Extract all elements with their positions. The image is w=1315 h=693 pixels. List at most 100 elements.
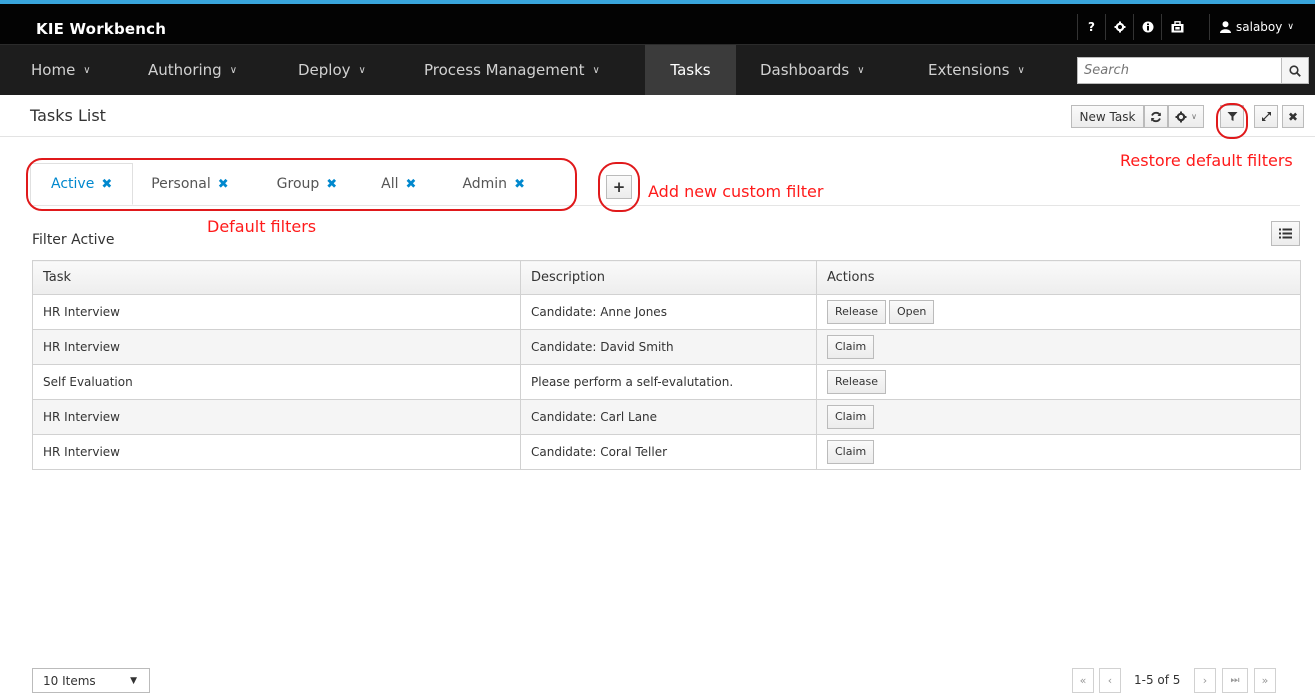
maximize-button[interactable] bbox=[1254, 105, 1278, 128]
actions-cell: Release bbox=[816, 364, 1301, 400]
search-icon bbox=[1289, 64, 1301, 77]
table-row[interactable]: HR Interview Candidate: Anne Jones Relea… bbox=[32, 294, 1301, 330]
gear-icon bbox=[1175, 111, 1187, 122]
chevron-down-icon: ∨ bbox=[857, 64, 865, 76]
annotation-add-custom-filter: Add new custom filter bbox=[648, 182, 824, 201]
fast-forward-button[interactable]: » bbox=[1254, 668, 1276, 693]
page-header: Tasks List New Task ∨ ✖ bbox=[0, 95, 1315, 137]
table-header-row: Task Description Actions bbox=[32, 260, 1301, 295]
description-cell: Candidate: David Smith bbox=[520, 329, 817, 365]
page-size-select[interactable]: 10 Items ▼ bbox=[32, 668, 150, 693]
nav-item-label: Authoring bbox=[148, 61, 222, 79]
annotation-circle-add-filter bbox=[598, 162, 640, 212]
table-row[interactable]: HR Interview Candidate: David Smith Clai… bbox=[32, 329, 1301, 365]
tasks-table: Task Description Actions HR Interview Ca… bbox=[32, 260, 1301, 470]
user-icon bbox=[1220, 21, 1231, 33]
settings-dropdown[interactable]: ∨ bbox=[1168, 105, 1204, 128]
caret-down-icon: ▼ bbox=[130, 675, 137, 686]
current-filter-label: Filter Active bbox=[32, 232, 115, 248]
actions-cell: Claim bbox=[816, 329, 1301, 365]
refresh-button[interactable] bbox=[1144, 105, 1168, 128]
release-button[interactable]: Release bbox=[827, 300, 886, 324]
task-cell: Self Evaluation bbox=[32, 364, 521, 400]
nav-item-tasks[interactable]: Tasks bbox=[645, 45, 736, 95]
annotation-default-filters: Default filters bbox=[207, 217, 317, 236]
info-icon[interactable] bbox=[1133, 14, 1161, 40]
column-header-task[interactable]: Task bbox=[32, 260, 521, 295]
gear-icon[interactable] bbox=[1105, 14, 1133, 40]
expand-icon bbox=[1261, 112, 1271, 121]
pagination-info: 1-5 of 5 bbox=[1134, 673, 1181, 687]
last-page-button[interactable]: ⏭ bbox=[1222, 668, 1248, 693]
description-cell: Candidate: Coral Teller bbox=[520, 434, 817, 470]
briefcase-icon[interactable] bbox=[1161, 14, 1193, 40]
chevron-down-icon: ∨ bbox=[592, 64, 600, 76]
nav-item-label: Process Management bbox=[424, 61, 585, 79]
table-row[interactable]: Self Evaluation Please perform a self-ev… bbox=[32, 364, 1301, 400]
next-page-button[interactable]: › bbox=[1194, 668, 1216, 693]
page-title: Tasks List bbox=[30, 106, 106, 125]
refresh-icon bbox=[1151, 111, 1161, 122]
new-task-button[interactable]: New Task bbox=[1071, 105, 1144, 128]
nav-item-label: Extensions bbox=[928, 61, 1010, 79]
nav-item-deploy[interactable]: Deploy ∨ bbox=[280, 45, 384, 95]
description-cell: Candidate: Anne Jones bbox=[520, 294, 817, 330]
claim-button[interactable]: Claim bbox=[827, 335, 875, 359]
close-button[interactable]: ✖ bbox=[1282, 105, 1304, 128]
nav-item-label: Deploy bbox=[298, 61, 351, 79]
column-picker-button[interactable] bbox=[1271, 221, 1300, 246]
user-menu[interactable]: salaboy ∨ bbox=[1209, 14, 1294, 40]
user-name: salaboy bbox=[1236, 20, 1283, 34]
double-chevron-right-icon: » bbox=[1261, 674, 1269, 687]
annotation-circle-restore bbox=[1216, 103, 1248, 139]
brand-bar: KIE Workbench ? salaboy ∨ bbox=[0, 4, 1315, 44]
actions-cell: Claim bbox=[816, 399, 1301, 435]
chevron-left-icon: ‹ bbox=[1107, 674, 1113, 687]
chevron-down-icon: ∨ bbox=[1191, 112, 1197, 121]
release-button[interactable]: Release bbox=[827, 370, 886, 394]
nav-item-extensions[interactable]: Extensions ∨ bbox=[910, 45, 1043, 95]
nav-item-home[interactable]: Home ∨ bbox=[13, 45, 109, 95]
nav-item-label: Home bbox=[31, 61, 76, 79]
help-icon[interactable]: ? bbox=[1077, 14, 1105, 40]
chevron-down-icon: ∨ bbox=[1017, 64, 1025, 76]
task-cell: HR Interview bbox=[32, 434, 521, 470]
task-cell: HR Interview bbox=[32, 329, 521, 365]
description-cell: Please perform a self-evalutation. bbox=[520, 364, 817, 400]
table-row[interactable]: HR Interview Candidate: Coral Teller Cla… bbox=[32, 434, 1301, 470]
chevron-right-icon: › bbox=[1202, 674, 1208, 687]
chevron-down-icon: ∨ bbox=[1287, 22, 1294, 32]
double-chevron-left-icon: « bbox=[1079, 674, 1087, 687]
search-box bbox=[1077, 57, 1309, 84]
actions-cell: Release Open bbox=[816, 294, 1301, 330]
list-icon bbox=[1279, 228, 1292, 239]
nav-item-label: Tasks bbox=[670, 61, 711, 79]
claim-button[interactable]: Claim bbox=[827, 405, 875, 429]
first-page-button[interactable]: « bbox=[1072, 668, 1094, 693]
open-button[interactable]: Open bbox=[888, 300, 935, 324]
claim-button[interactable]: Claim bbox=[827, 440, 875, 464]
chevron-down-icon: ∨ bbox=[358, 64, 366, 76]
previous-page-button[interactable]: ‹ bbox=[1099, 668, 1121, 693]
task-cell: HR Interview bbox=[32, 294, 521, 330]
nav-item-label: Dashboards bbox=[760, 61, 850, 79]
actions-cell: Claim bbox=[816, 434, 1301, 470]
chevron-down-icon: ∨ bbox=[229, 64, 238, 76]
annotation-circle-default-filters bbox=[26, 158, 577, 211]
search-button[interactable] bbox=[1281, 58, 1308, 83]
main-navbar: Home ∨ Authoring ∨ Deploy ∨ Process Managem… bbox=[0, 44, 1315, 95]
nav-item-authoring[interactable]: Authoring ∨ bbox=[130, 45, 255, 95]
task-cell: HR Interview bbox=[32, 399, 521, 435]
column-header-description[interactable]: Description bbox=[520, 260, 817, 295]
chevron-down-icon: ∨ bbox=[83, 64, 91, 76]
skip-forward-icon: ⏭ bbox=[1230, 675, 1240, 686]
description-cell: Candidate: Carl Lane bbox=[520, 399, 817, 435]
column-header-actions[interactable]: Actions bbox=[816, 260, 1301, 295]
page-size-value: 10 Items bbox=[43, 673, 96, 688]
nav-item-dashboards[interactable]: Dashboards ∨ bbox=[742, 45, 883, 95]
annotation-restore-default-filters: Restore default filters bbox=[1120, 151, 1293, 170]
nav-item-process-management[interactable]: Process Management ∨ bbox=[406, 45, 618, 95]
app-brand[interactable]: KIE Workbench bbox=[36, 20, 166, 38]
table-row[interactable]: HR Interview Candidate: Carl Lane Claim bbox=[32, 399, 1301, 435]
search-input[interactable] bbox=[1078, 58, 1278, 83]
